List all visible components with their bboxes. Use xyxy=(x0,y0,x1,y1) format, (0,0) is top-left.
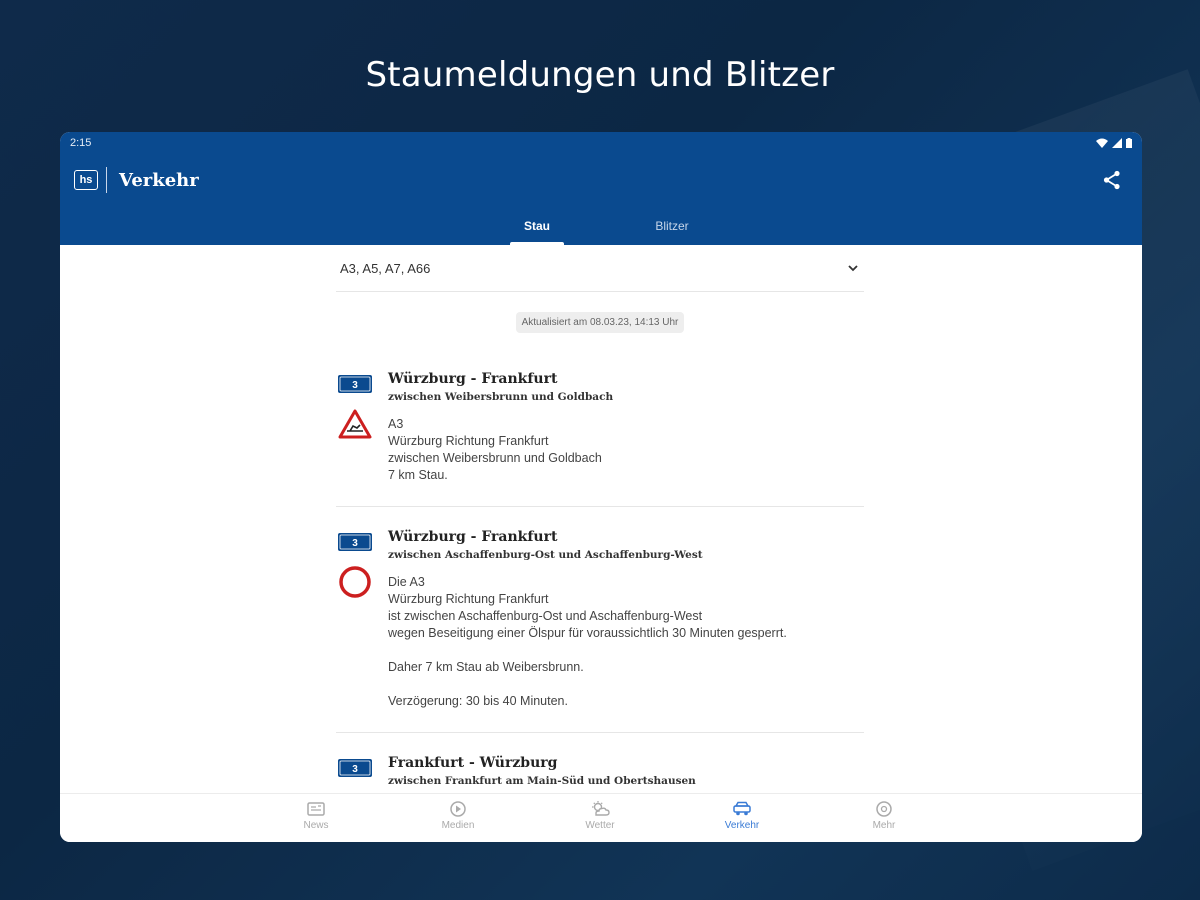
messages-column: A3, A5, A7, A66 Aktualisiert am 08.03.23… xyxy=(336,245,864,794)
last-updated-badge: Aktualisiert am 08.03.23, 14:13 Uhr xyxy=(515,312,685,333)
card-inner: 3 Würzburg - Frankfurt zwischen Aschaffe… xyxy=(336,529,864,710)
traffic-message-card[interactable]: 3 Frankfurt - Würzburg zwischen Frankfur… xyxy=(336,733,864,794)
card-inner: 3 Würzburg - Frankfurt zwischen Weibersb… xyxy=(336,371,864,484)
device-screen: 2:15 hs Verkehr Stau Blitzer A3, A5, A7,… xyxy=(60,132,1142,842)
nav-news[interactable]: News xyxy=(276,800,356,831)
card-inner: 3 Frankfurt - Würzburg zwischen Frankfur… xyxy=(336,755,864,794)
app-bar: 2:15 hs Verkehr Stau Blitzer xyxy=(60,132,1142,245)
motorway-filter-value: A3, A5, A7, A66 xyxy=(340,260,431,276)
car-icon xyxy=(733,801,751,816)
status-bar: 2:15 xyxy=(60,132,1142,154)
logo-divider xyxy=(106,167,107,193)
nav-verkehr[interactable]: Verkehr xyxy=(702,800,782,831)
content-area[interactable]: A3, A5, A7, A66 Aktualisiert am 08.03.23… xyxy=(60,245,1142,794)
nav-wetter-label: Wetter xyxy=(585,820,615,831)
motorway-filter-dropdown[interactable]: A3, A5, A7, A66 xyxy=(336,245,864,292)
nav-mehr[interactable]: Mehr xyxy=(844,800,924,831)
chevron-down-icon xyxy=(848,265,858,272)
nav-verkehr-label: Verkehr xyxy=(724,820,760,831)
tab-stau[interactable]: Stau xyxy=(510,207,564,245)
share-button[interactable] xyxy=(1100,168,1124,192)
toolbar: hs Verkehr xyxy=(60,154,1142,206)
traffic-message-card[interactable]: 3 Würzburg - Frankfurt zwischen Weibersb… xyxy=(336,371,864,507)
motorway-number: 3 xyxy=(352,380,358,391)
page-title: Verkehr xyxy=(119,169,199,191)
nav-news-label: News xyxy=(303,820,329,831)
wifi-icon xyxy=(1096,138,1108,148)
message-title: Frankfurt - Würzburg xyxy=(388,755,558,771)
motorway-badge-icon: 3 xyxy=(338,375,372,393)
message-title: Würzburg - Frankfurt xyxy=(388,371,558,387)
road-closed-icon xyxy=(339,566,371,598)
message-line: 7 km Stau. xyxy=(388,468,448,482)
message-line: Verzögerung: 30 bis 40 Minuten. xyxy=(388,694,568,708)
signal-icon xyxy=(1112,138,1122,148)
message-title: Würzburg - Frankfurt xyxy=(388,529,558,545)
bottom-navigation: News Medien Wetter Verkehr Mehr xyxy=(60,793,1142,842)
status-time: 2:15 xyxy=(70,137,92,149)
message-line: zwischen Weibersbrunn und Goldbach xyxy=(388,451,602,465)
tab-stau-label: Stau xyxy=(523,219,550,233)
tab-blitzer-label: Blitzer xyxy=(655,219,689,233)
warning-triangle-icon xyxy=(338,409,372,439)
message-line: A3 xyxy=(388,417,404,431)
share-icon xyxy=(1103,170,1120,190)
motorway-badge-icon: 3 xyxy=(338,759,372,777)
nav-wetter[interactable]: Wetter xyxy=(560,800,640,831)
weather-icon xyxy=(592,801,610,816)
status-icons xyxy=(1096,138,1132,148)
message-line: ist zwischen Aschaffenburg-Ost und Ascha… xyxy=(388,609,703,623)
nav-mehr-label: Mehr xyxy=(872,820,896,831)
message-body: A3 Würzburg Richtung Frankfurt zwischen … xyxy=(388,416,864,484)
message-line: wegen Beseitigung einer Ölspur für vorau… xyxy=(388,626,787,640)
more-icon xyxy=(876,801,892,817)
message-line: Würzburg Richtung Frankfurt xyxy=(388,592,549,606)
message-subtitle: zwischen Weibersbrunn und Goldbach xyxy=(388,391,614,403)
traffic-message-card[interactable]: 3 Würzburg - Frankfurt zwischen Aschaffe… xyxy=(336,507,864,733)
motorway-number: 3 xyxy=(352,764,358,775)
nav-medien-label: Medien xyxy=(441,820,475,831)
play-icon xyxy=(450,801,466,817)
updated-wrap: Aktualisiert am 08.03.23, 14:13 Uhr xyxy=(336,312,864,333)
message-body: Die A3 Würzburg Richtung Frankfurt ist z… xyxy=(388,574,864,710)
battery-icon xyxy=(1126,138,1132,148)
tab-bar: Stau Blitzer xyxy=(60,207,1142,245)
message-line: Daher 7 km Stau ab Weibersbrunn. xyxy=(388,660,584,674)
message-line: Die A3 xyxy=(388,575,425,589)
motorway-number: 3 xyxy=(352,538,358,549)
message-line: Würzburg Richtung Frankfurt xyxy=(388,434,549,448)
message-subtitle: zwischen Aschaffenburg-Ost und Aschaffen… xyxy=(388,549,703,561)
nav-medien[interactable]: Medien xyxy=(418,800,498,831)
motorway-badge-icon: 3 xyxy=(338,533,372,551)
hs-logo: hs xyxy=(74,170,98,190)
newspaper-icon xyxy=(307,802,325,816)
promo-title: Staumeldungen und Blitzer xyxy=(365,55,835,95)
message-subtitle: zwischen Frankfurt am Main-Süd und Obert… xyxy=(388,775,696,787)
tab-blitzer[interactable]: Blitzer xyxy=(644,207,700,245)
